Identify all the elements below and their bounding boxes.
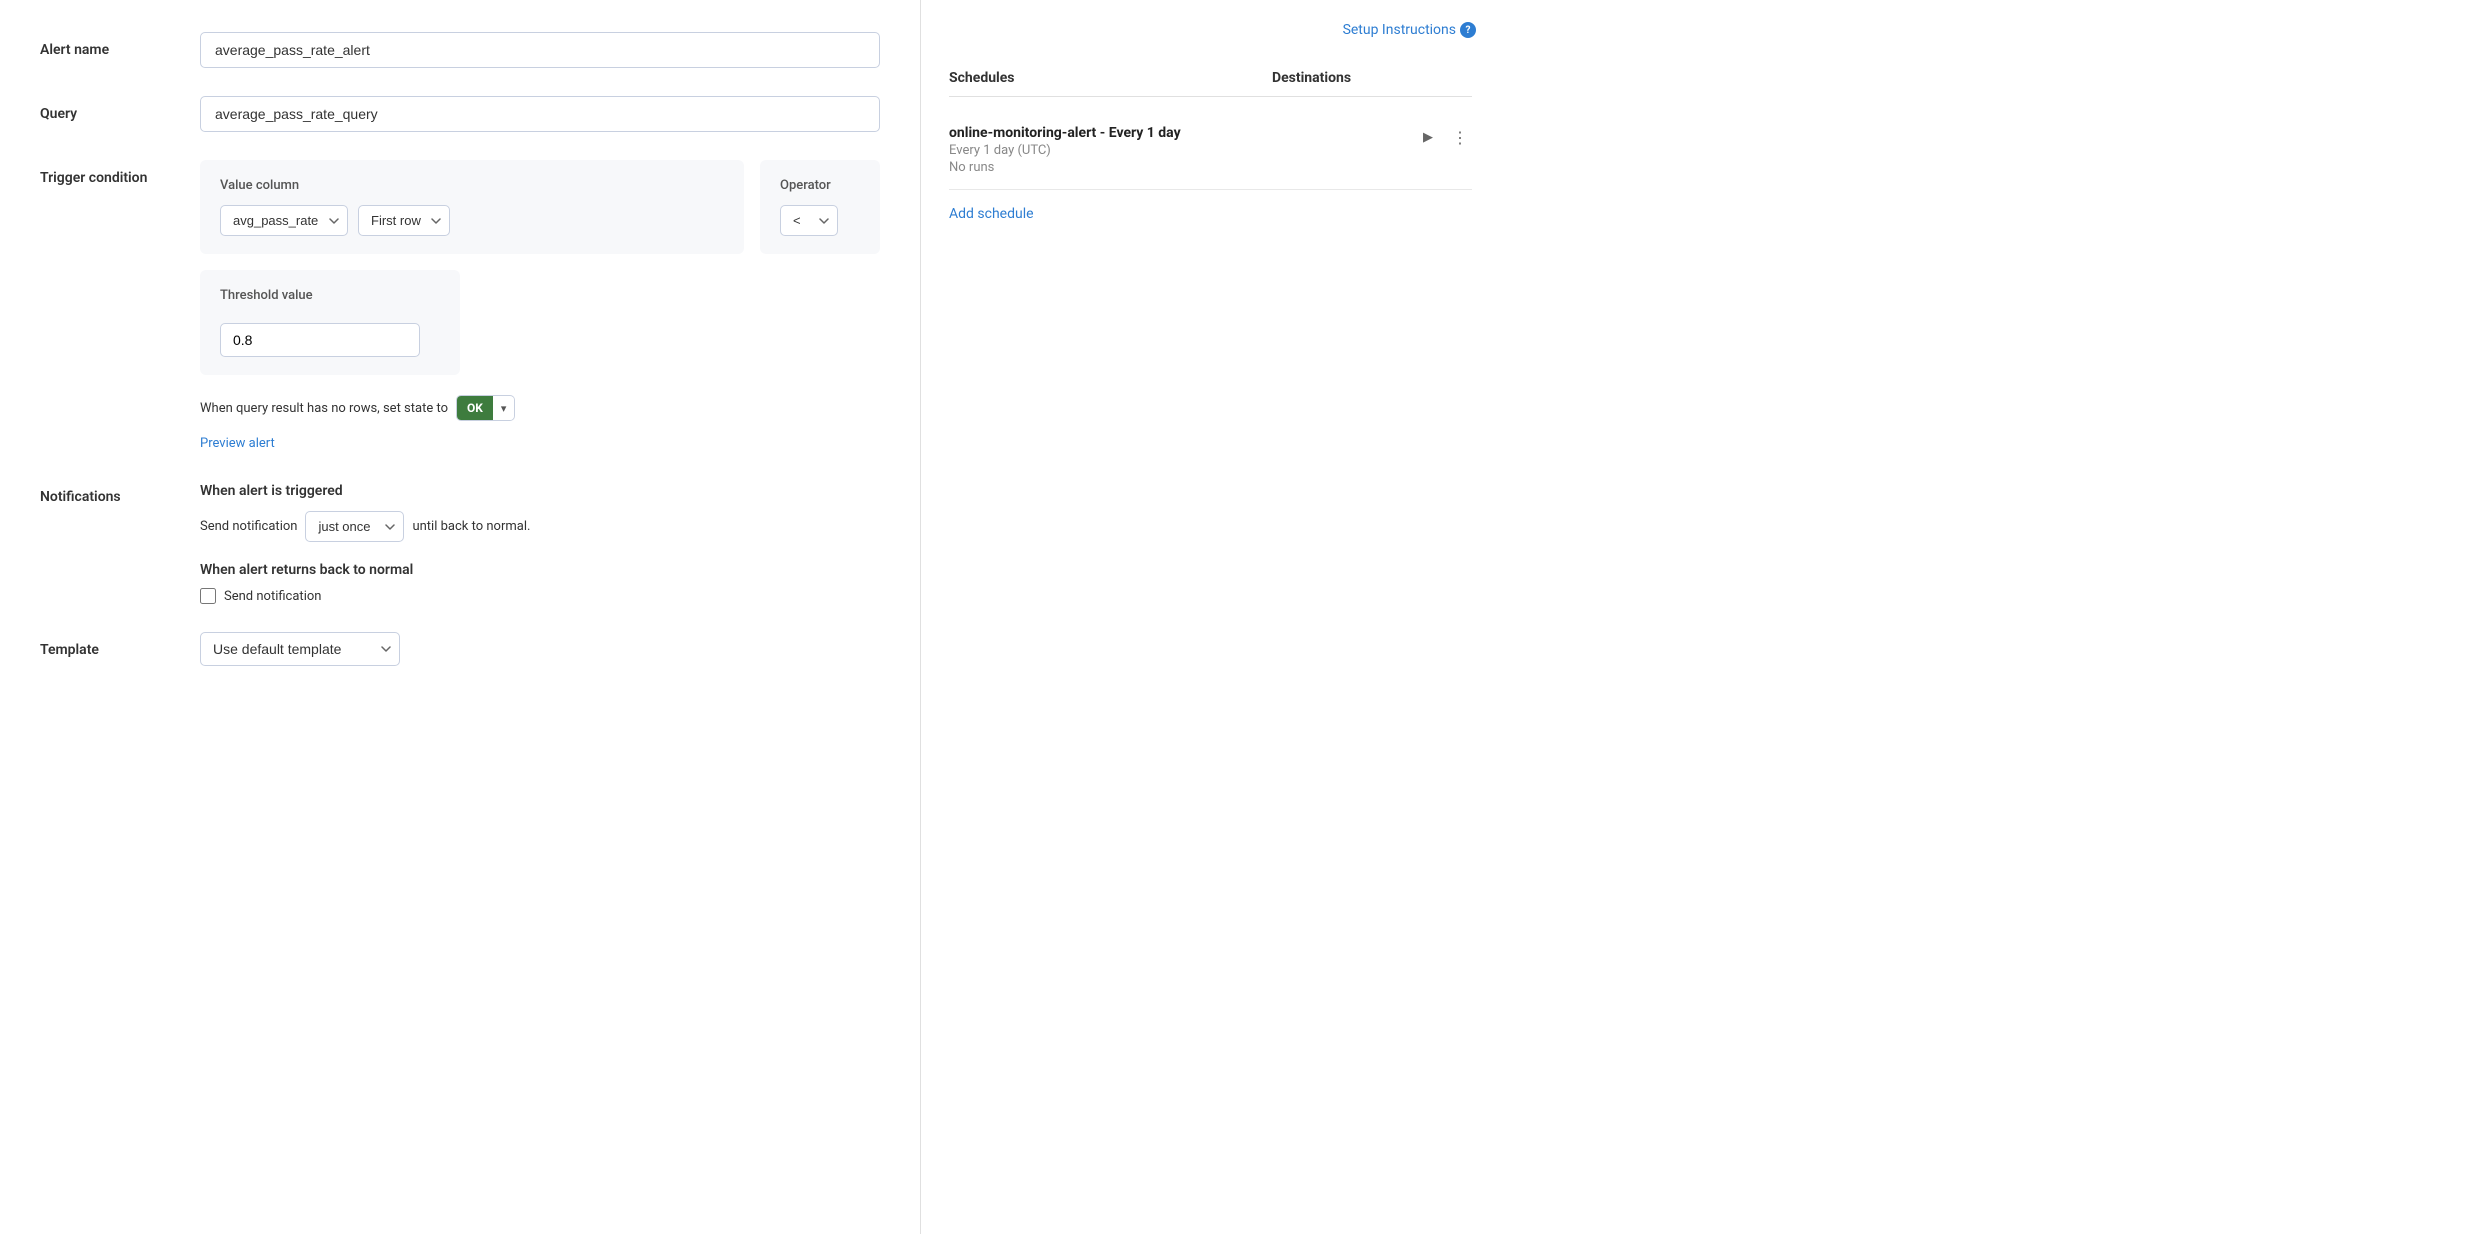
schedule-name: online-monitoring-alert - Every 1 day [949,125,1408,141]
no-rows-text: When query result has no rows, set state… [200,401,448,416]
value-column-select[interactable]: avg_pass_rate [220,205,348,236]
ok-badge: OK [457,396,493,420]
back-normal-checkbox-label: Send notification [224,589,321,604]
value-column-box: Value column avg_pass_rate First row [200,160,744,254]
operator-select[interactable]: < <= > >= == != [780,205,838,236]
query-row: Query [40,96,880,132]
ok-dropdown[interactable]: OK ▾ [456,395,515,421]
notifications-content: When alert is triggered Send notificatio… [200,483,880,604]
back-normal-checkbox[interactable] [200,588,216,604]
play-button[interactable]: ▶ [1416,125,1440,149]
operator-box: Operator < <= > >= == != [760,160,880,254]
threshold-label: Threshold value [220,288,440,303]
alert-name-label: Alert name [40,32,200,58]
trigger-dropdowns: avg_pass_rate First row [220,205,724,236]
notification-frequency-row: Send notification just once each time ho… [200,511,880,542]
right-panel-headers: Schedules Destinations [949,70,1472,97]
right-panel: Setup Instructions ? Schedules Destinati… [920,0,1500,1234]
back-normal-section: When alert returns back to normal Send n… [200,562,880,604]
template-label: Template [40,632,200,658]
notifications-label: Notifications [40,479,200,505]
query-label: Query [40,96,200,122]
threshold-input[interactable] [220,323,420,357]
threshold-box: Threshold value [200,270,460,375]
add-schedule-link[interactable]: Add schedule [949,206,1034,222]
schedule-no-runs: No runs [949,160,1408,175]
setup-instructions-label: Setup Instructions [1343,22,1456,38]
page-layout: Alert name Query Trigger condition Value… [0,0,2492,1234]
template-content: Use default template Custom template [200,632,880,666]
trigger-condition-content: Value column avg_pass_rate First row Ope… [200,160,880,451]
query-content [200,96,880,132]
schedule-item-text: online-monitoring-alert - Every 1 day Ev… [949,125,1408,175]
send-notification-text-before: Send notification [200,519,297,534]
preview-alert-link[interactable]: Preview alert [200,436,275,451]
alert-name-content [200,32,880,68]
help-icon: ? [1460,22,1476,38]
template-row: Template Use default template Custom tem… [40,632,880,666]
query-input[interactable] [200,96,880,132]
value-column-label: Value column [220,178,724,193]
trigger-condition-label: Trigger condition [40,160,200,186]
no-rows-row: When query result has no rows, set state… [200,395,880,421]
when-triggered-label: When alert is triggered [200,483,880,499]
back-normal-checkbox-row: Send notification [200,588,880,604]
back-normal-label: When alert returns back to normal [200,562,880,578]
ok-chevron-icon[interactable]: ▾ [493,397,515,420]
alert-name-input[interactable] [200,32,880,68]
template-select[interactable]: Use default template Custom template [200,632,400,666]
schedule-item: online-monitoring-alert - Every 1 day Ev… [949,111,1472,190]
trigger-condition-boxes: Value column avg_pass_rate First row Ope… [200,160,880,254]
first-row-select[interactable]: First row [358,205,450,236]
schedule-actions: ▶ ⋮ [1416,125,1472,149]
setup-instructions-link[interactable]: Setup Instructions ? [1343,22,1476,38]
schedule-frequency: Every 1 day (UTC) [949,143,1408,158]
schedules-col-label: Schedules [949,70,1272,86]
send-notification-text-after: until back to normal. [412,519,530,534]
notification-frequency-select[interactable]: just once each time hourly daily [305,511,404,542]
more-options-button[interactable]: ⋮ [1448,125,1472,149]
notifications-row: Notifications When alert is triggered Se… [40,479,880,604]
destinations-col-label: Destinations [1272,70,1472,86]
trigger-condition-row: Trigger condition Value column avg_pass_… [40,160,880,451]
alert-name-row: Alert name [40,32,880,68]
left-panel: Alert name Query Trigger condition Value… [0,0,920,1234]
operator-label: Operator [780,178,860,193]
